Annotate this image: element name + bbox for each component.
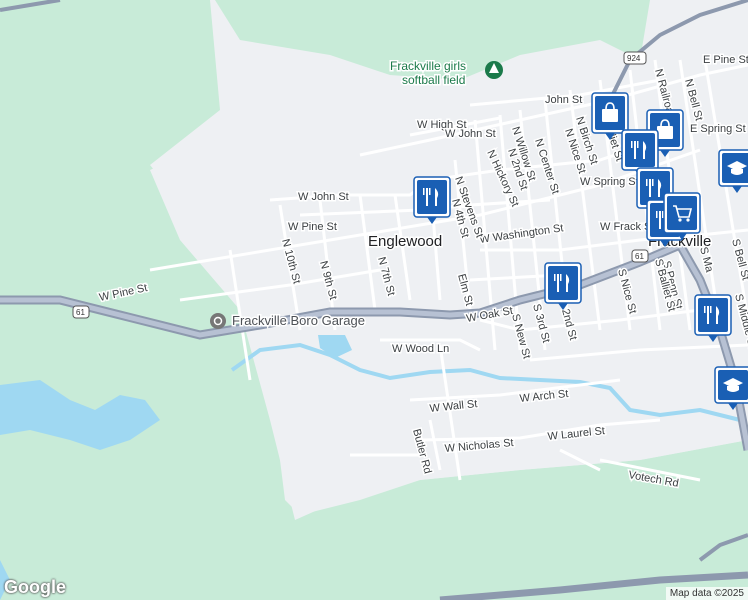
map-canvas[interactable]: 61 61 924 Englewood Frackville Frackvill… — [0, 0, 748, 600]
street-label: John St — [545, 94, 582, 106]
street-label: W Spring St — [580, 176, 639, 188]
town-label-englewood: Englewood — [368, 233, 442, 250]
restaurant-marker[interactable] — [544, 262, 582, 310]
street-label: W Frack S — [600, 221, 651, 233]
garage-icon[interactable] — [210, 313, 226, 329]
route-61-shield-left: 61 — [72, 305, 90, 319]
street-label: E Pine St — [703, 54, 748, 66]
street-label: W John St — [445, 128, 496, 140]
school-marker[interactable] — [718, 149, 748, 193]
google-logo: Google — [4, 577, 66, 597]
svg-text:61: 61 — [76, 308, 85, 317]
poi-label-softball-line2: softball field — [402, 73, 465, 87]
poi-label-garage: Frackville Boro Garage — [232, 313, 365, 328]
school-marker[interactable] — [714, 366, 748, 410]
poi-label-softball-line1: Frackville girls — [390, 59, 466, 73]
restaurant-marker[interactable] — [413, 176, 451, 224]
route-924-shield: 924 — [623, 51, 647, 65]
svg-text:924: 924 — [627, 54, 641, 63]
svg-text:61: 61 — [635, 252, 644, 261]
map-attribution[interactable]: Map data ©2025 — [665, 587, 748, 600]
street-label: E Spring St — [690, 123, 746, 135]
street-label: W Pine St — [288, 221, 337, 233]
street-label: W John St — [298, 191, 349, 203]
route-61-shield-right: 61 — [631, 249, 649, 263]
street-label: W Wood Ln — [392, 343, 449, 355]
shopping-cart-marker[interactable] — [663, 192, 701, 240]
restaurant-marker[interactable] — [694, 294, 732, 342]
park-icon[interactable] — [485, 61, 503, 79]
